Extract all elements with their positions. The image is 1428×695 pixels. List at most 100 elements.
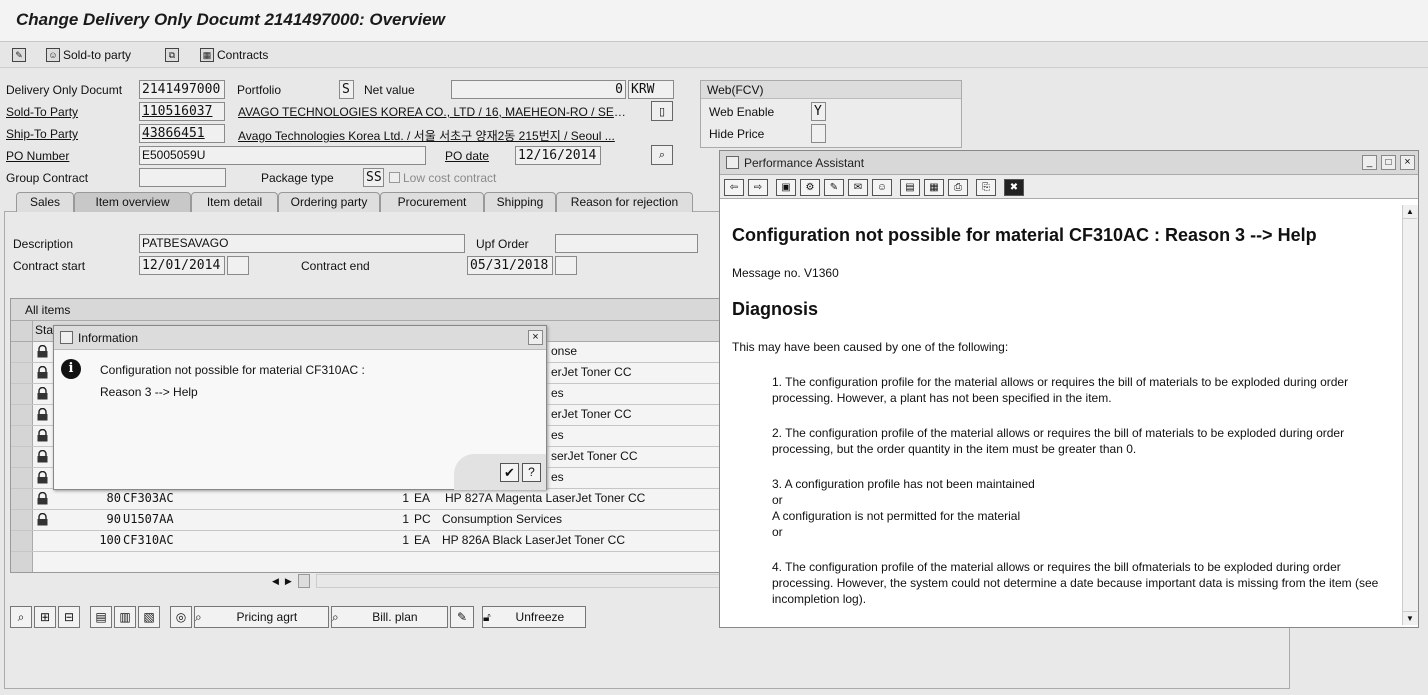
row-selector[interactable] <box>11 342 33 362</box>
ship-to-party-description: Avago Technologies Korea Ltd. / 서울 서초구 양… <box>238 129 615 143</box>
item-details-button[interactable]: ⌕ <box>10 606 32 628</box>
scroll-left-icon[interactable]: ◀ <box>272 576 279 587</box>
help-icon[interactable]: ? <box>522 463 541 482</box>
document-flow-button[interactable]: ⧉ <box>165 46 179 64</box>
row-selector[interactable] <box>11 489 33 509</box>
print-preview-icon[interactable]: ⎙ <box>948 179 968 196</box>
maximize-icon[interactable]: □ <box>1381 155 1396 170</box>
insert-row-button[interactable]: ⊞ <box>34 606 56 628</box>
contract-end-field[interactable]: 05/31/2018 <box>467 256 553 275</box>
upf-order-field[interactable] <box>555 234 698 253</box>
package-type-field[interactable]: SS <box>363 168 384 187</box>
po-date-field[interactable]: 12/16/2014 <box>515 146 601 165</box>
tab-item-detail[interactable]: Item detail <box>191 192 278 212</box>
unfreeze-button[interactable]: 🔓︎ Unfreeze <box>482 606 586 628</box>
row-selector[interactable] <box>11 405 33 425</box>
row-selector[interactable] <box>11 363 33 383</box>
user-icon[interactable]: ☺ <box>872 179 892 196</box>
ship-to-party-field[interactable]: 43866451 <box>139 124 225 143</box>
currency-field[interactable]: KRW <box>628 80 674 99</box>
tab-item-overview[interactable]: Item overview <box>74 192 191 212</box>
info-message-line2: Reason 3 --> Help <box>100 385 198 399</box>
row-selector[interactable] <box>11 510 33 530</box>
edit-button[interactable]: ✎ <box>450 606 474 628</box>
scroll-up-icon[interactable]: ▲ <box>1403 205 1417 219</box>
select-all-button[interactable]: ▤ <box>90 606 112 628</box>
delete-row-button[interactable]: ⊟ <box>58 606 80 628</box>
tab-procurement[interactable]: Procurement <box>380 192 484 212</box>
forward-arrow-icon[interactable]: ⇨ <box>748 179 768 196</box>
checkmark-icon[interactable]: ✔ <box>500 463 519 482</box>
row-selector[interactable] <box>11 468 33 488</box>
low-cost-checkbox[interactable] <box>389 172 400 183</box>
display-change-button[interactable]: ✎ <box>12 46 26 64</box>
select-all-cell[interactable] <box>11 321 33 341</box>
portfolio-label: Portfolio <box>237 83 282 97</box>
hide-price-field[interactable] <box>811 124 826 143</box>
row-selector[interactable] <box>11 531 33 551</box>
glossary-icon[interactable]: ▦ <box>924 179 944 196</box>
vertical-scrollbar[interactable]: ▲ ▼ <box>1402 205 1418 625</box>
deselect-all-button[interactable]: ▧ <box>138 606 160 628</box>
scroll-right-icon[interactable]: ▶ <box>285 576 292 587</box>
back-arrow-icon[interactable]: ⇦ <box>724 179 744 196</box>
contract-end-extra-field[interactable] <box>555 256 577 275</box>
tab-reason-for-rejection[interactable]: Reason for rejection <box>556 192 693 212</box>
edit-icon: ✎ <box>456 610 468 624</box>
portfolio-field[interactable]: S <box>339 80 354 99</box>
table-row[interactable]: 100 CF310AC 1 EA HP 826A Black LaserJet … <box>11 531 721 552</box>
window-menu-icon[interactable] <box>726 156 739 169</box>
po-number-field[interactable]: E5005059U <box>139 146 426 165</box>
po-date-label[interactable]: PO date <box>445 149 489 163</box>
technical-info-icon[interactable]: ⚙ <box>800 179 820 196</box>
close-icon[interactable]: × <box>1400 155 1415 170</box>
contracts-button[interactable]: ▦ Contracts <box>200 46 268 64</box>
row-selector[interactable] <box>11 426 33 446</box>
tab-shipping[interactable]: Shipping <box>484 192 556 212</box>
exit-icon[interactable]: ✖ <box>1004 179 1024 196</box>
row-selector[interactable] <box>11 552 33 572</box>
row-selector[interactable] <box>11 384 33 404</box>
text-icon[interactable]: ▤ <box>900 179 920 196</box>
book-icon[interactable]: ▣ <box>776 179 796 196</box>
comment-icon[interactable]: ✉ <box>848 179 868 196</box>
group-contract-field[interactable] <box>139 168 226 187</box>
print-icon[interactable]: ⎘ <box>976 179 996 196</box>
select-block-button[interactable]: ▥ <box>114 606 136 628</box>
help-heading: Configuration not possible for material … <box>732 225 1317 245</box>
dialog-menu-icon[interactable] <box>60 331 73 344</box>
minimize-icon[interactable]: _ <box>1362 155 1377 170</box>
contract-start-field[interactable]: 12/01/2014 <box>139 256 225 275</box>
unit-of-measure: EA <box>414 533 431 547</box>
description-field[interactable]: PATBESAVAGO <box>139 234 465 253</box>
ship-to-party-label[interactable]: Ship-To Party <box>6 127 78 141</box>
scroll-thumb[interactable] <box>297 574 310 588</box>
pricing-agrt-button[interactable]: ⌕ Pricing agrt <box>194 606 329 628</box>
table-row-empty[interactable] <box>11 552 721 573</box>
delivery-only-doc-field[interactable]: 2141497000 <box>139 80 225 99</box>
close-icon[interactable]: × <box>528 330 543 345</box>
bill-plan-button[interactable]: ⌕ Bill. plan <box>331 606 448 628</box>
sold-to-party-label[interactable]: Sold-To Party <box>6 105 78 119</box>
lock-icon <box>37 513 48 526</box>
edit-icon[interactable]: ✎ <box>824 179 844 196</box>
sold-to-detail-button[interactable]: ▯ <box>651 101 673 121</box>
sold-to-party-button[interactable]: ☺ Sold-to party <box>46 46 131 64</box>
material-number: U1507AA <box>123 512 174 526</box>
scroll-track[interactable] <box>315 574 720 588</box>
net-value-field[interactable]: 0 <box>451 80 626 99</box>
scroll-down-icon[interactable]: ▼ <box>1403 611 1417 625</box>
table-row[interactable]: 90 U1507AA 1 PC Consumption Services <box>11 510 721 531</box>
horizontal-scrollbar[interactable]: ◀ ▶ <box>272 574 720 588</box>
contract-start-label: Contract start <box>13 259 86 273</box>
web-enable-field[interactable]: Y <box>811 102 826 121</box>
tab-sales[interactable]: Sales <box>16 192 74 212</box>
table-row[interactable]: 80 CF303AC 1 EA HP 827A Magenta LaserJet… <box>11 489 721 510</box>
tab-ordering-party[interactable]: Ordering party <box>278 192 380 212</box>
sold-to-party-field[interactable]: 110516037 <box>139 102 225 121</box>
po-number-label[interactable]: PO Number <box>6 149 69 163</box>
po-search-button[interactable]: ⌕ <box>651 145 673 165</box>
row-selector[interactable] <box>11 447 33 467</box>
conditions-button[interactable]: ◎ <box>170 606 192 628</box>
contract-start-extra-field[interactable] <box>227 256 249 275</box>
